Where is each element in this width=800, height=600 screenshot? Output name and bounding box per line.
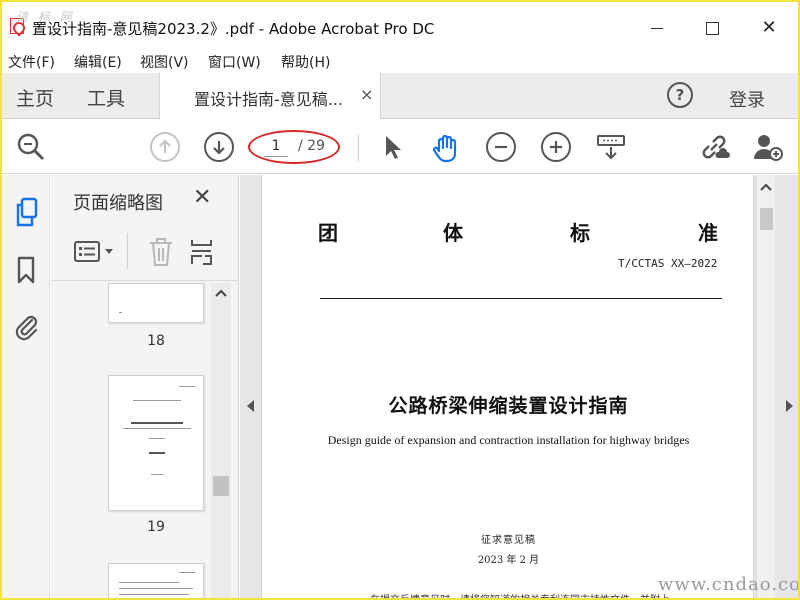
zoom-out-icon[interactable] <box>486 132 516 162</box>
thumb-text-line <box>119 588 193 589</box>
total-pages-label: / 29 <box>298 138 325 154</box>
site-watermark: www.cndao.com <box>658 574 800 595</box>
document-view: 团 体 标 准 T/CCTAS XX—2022 公路桥梁伸缩装置设计指南 Des… <box>240 175 798 598</box>
thumbnail-page-18[interactable] <box>108 283 204 323</box>
menu-edit[interactable]: 编辑(E) <box>74 52 122 72</box>
thumbnail-page-number: 19 <box>147 519 165 535</box>
current-page-input[interactable]: 1 <box>268 138 284 154</box>
pdf-page: 团 体 标 准 T/CCTAS XX—2022 公路桥梁伸缩装置设计指南 Des… <box>261 175 754 598</box>
tools-divider <box>127 233 128 269</box>
thumb-text-line <box>149 438 165 439</box>
thumb-text-line <box>179 386 195 387</box>
menu-help[interactable]: 帮助(H) <box>281 52 330 72</box>
document-subtitle: Design guide of expansion and contractio… <box>327 433 690 447</box>
app-window: 请 标 网 置设计指南-意见稿2023.2》.pdf - Adobe Acrob… <box>0 0 800 600</box>
help-icon[interactable]: ? <box>667 82 693 108</box>
document-tab-label: 置设计指南-意见稿... <box>194 90 344 109</box>
menu-bar: 文件(F) 编辑(E) 视图(V) 窗口(W) 帮助(H) <box>2 48 798 72</box>
standard-heading-char: 标 <box>570 221 590 245</box>
menu-view[interactable]: 视图(V) <box>140 52 189 72</box>
document-scroll-thumb[interactable] <box>760 208 773 230</box>
close-window-button[interactable]: ✕ <box>747 12 791 44</box>
document-date: 2023 年 2 月 <box>477 555 540 566</box>
document-status: 征求意见稿 <box>481 535 536 546</box>
minimize-button[interactable] <box>635 12 679 44</box>
tab-home[interactable]: 主页 <box>16 84 54 111</box>
prev-page-icon[interactable] <box>150 132 180 162</box>
add-user-icon[interactable] <box>752 132 783 162</box>
menu-file[interactable]: 文件(F) <box>8 52 55 72</box>
title-bar: 请 标 网 置设计指南-意见稿2023.2》.pdf - Adobe Acrob… <box>2 2 798 46</box>
header-rule <box>320 298 722 299</box>
standard-heading-char: 准 <box>698 221 718 245</box>
collapse-left-pane-icon[interactable] <box>247 400 254 412</box>
panel-title: 页面缩略图 <box>73 193 163 214</box>
document-title: 公路桥梁伸缩装置设计指南 <box>388 395 629 417</box>
thumb-text-line <box>133 400 181 401</box>
page-number-field[interactable]: 1 / 29 <box>248 130 340 164</box>
thumbnail-page-20[interactable] <box>108 563 204 598</box>
thumbnail-list: 18 19 <box>51 283 211 598</box>
next-page-icon[interactable] <box>204 132 234 162</box>
select-cursor-icon[interactable] <box>378 132 408 162</box>
thumb-title-line <box>131 422 183 424</box>
toolbar: 1 / 29 <box>2 120 798 174</box>
thumb-text-line <box>119 594 189 595</box>
thumbnail-scroll-thumb[interactable] <box>213 476 229 496</box>
document-note-line: 在提交反馈意见时，请将您知道的相关专利连同支持性文件一并附上 <box>370 591 670 598</box>
login-button[interactable]: 登录 <box>729 86 765 112</box>
close-tab-icon[interactable]: × <box>360 85 373 104</box>
scroll-up-icon[interactable] <box>760 183 772 191</box>
thumbnail-page-19[interactable] <box>108 375 204 511</box>
document-scrollbar[interactable] <box>756 175 775 598</box>
navigation-rail <box>2 175 50 598</box>
expand-right-pane-icon[interactable] <box>786 400 793 412</box>
maximize-button[interactable] <box>690 12 734 44</box>
thumb-text-line <box>119 312 122 313</box>
thumbnail-options-icon[interactable] <box>73 239 117 269</box>
thumb-text-line <box>151 474 163 475</box>
close-panel-icon[interactable]: ✕ <box>193 185 211 210</box>
zoom-in-icon[interactable] <box>541 132 571 162</box>
attachment-icon[interactable] <box>14 311 38 341</box>
search-zoom-icon[interactable] <box>16 132 46 162</box>
share-link-icon[interactable] <box>698 132 730 162</box>
page-thumbnails-panel: 页面缩略图 ✕ 18 19 <box>51 175 239 598</box>
thumbnail-scrollbar[interactable] <box>211 283 231 598</box>
thumbnail-page-number: 18 <box>147 333 165 349</box>
thumb-text-line <box>149 452 165 454</box>
delete-page-icon[interactable] <box>147 237 175 271</box>
page-input-underline <box>264 156 288 157</box>
standard-heading-char: 团 <box>318 221 338 245</box>
tab-tools[interactable]: 工具 <box>87 84 125 111</box>
standard-code: T/CCTAS XX—2022 <box>618 257 718 270</box>
menu-window[interactable]: 窗口(W) <box>208 52 261 72</box>
standard-heading-char: 体 <box>443 221 463 245</box>
thumb-text-line <box>119 582 179 583</box>
scroll-up-icon[interactable] <box>215 289 227 297</box>
keyboard-tool-icon[interactable] <box>596 132 626 162</box>
bookmark-icon[interactable] <box>14 255 38 284</box>
hand-tool-icon[interactable] <box>430 132 460 163</box>
tab-document[interactable]: 置设计指南-意见稿... × <box>159 73 381 119</box>
thumbnail-tools <box>51 225 239 281</box>
thumb-text-line <box>123 428 191 429</box>
tab-bar: 主页 工具 置设计指南-意见稿... × ? 登录 <box>2 73 798 119</box>
window-title: 置设计指南-意见稿2023.2》.pdf - Adobe Acrobat Pro… <box>32 20 435 38</box>
extract-page-icon[interactable] <box>189 237 215 271</box>
thumb-text-line <box>179 572 195 573</box>
toolbar-divider <box>358 134 359 162</box>
page-thumbnails-icon[interactable] <box>14 197 38 227</box>
